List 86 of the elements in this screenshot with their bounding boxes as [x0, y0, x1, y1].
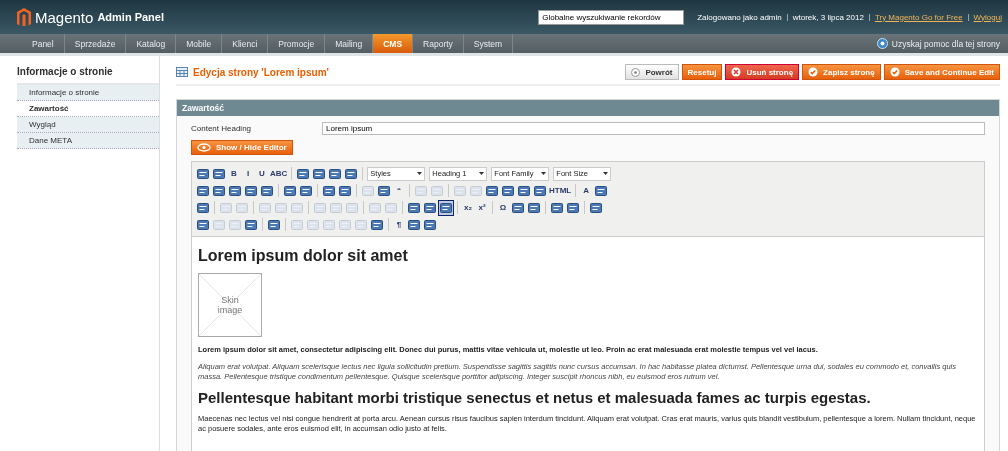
toolbar-icon[interactable]: [196, 217, 210, 232]
toolbar-icon[interactable]: [299, 183, 313, 198]
toolbar-button[interactable]: Ω: [497, 203, 509, 212]
close-icon: [731, 67, 742, 77]
logo-icon: [17, 8, 31, 26]
toolbar-icon[interactable]: [566, 200, 580, 215]
toolbar-icon[interactable]: [196, 166, 210, 181]
toolbar-icon[interactable]: [344, 166, 359, 181]
nav-tab[interactable]: Sprzedaże: [64, 34, 127, 53]
toolbar-icon[interactable]: [407, 217, 421, 232]
check-icon: [808, 67, 819, 77]
toolbar-button[interactable]: ¶: [393, 220, 405, 229]
toolbar-icon[interactable]: [338, 183, 352, 198]
sidebar-tab[interactable]: Dane META: [17, 133, 159, 149]
logo-subtitle: Admin Panel: [97, 11, 164, 23]
nav-tab[interactable]: Mobile: [176, 34, 223, 53]
toolbar-icon[interactable]: [407, 200, 421, 215]
toolbar-icon[interactable]: [439, 200, 453, 215]
header-link[interactable]: Wyloguj: [973, 12, 1002, 22]
dropdown-arrow-icon: [417, 172, 423, 175]
nav-tab[interactable]: System: [463, 34, 514, 53]
toolbar-icon[interactable]: [511, 200, 525, 215]
grid-icon: [176, 67, 188, 77]
toolbar-button[interactable]: ABC: [270, 169, 288, 178]
toolbar-button[interactable]: HTML: [549, 186, 572, 195]
toolbar-icon[interactable]: [370, 217, 384, 232]
toolbar-icon[interactable]: [328, 166, 343, 181]
toolbar-button[interactable]: x²: [476, 203, 488, 212]
eye-icon: [197, 143, 211, 152]
toolbar-icon[interactable]: [423, 217, 437, 232]
action-button[interactable]: Powrót: [625, 64, 679, 80]
toolbar-icon[interactable]: [283, 183, 297, 198]
toolbar-button[interactable]: B: [228, 169, 240, 178]
dropdown-arrow-icon: [603, 172, 609, 175]
toolbar-icon[interactable]: [260, 183, 274, 198]
nav-tab[interactable]: Klienci: [222, 34, 269, 53]
dropdown-arrow-icon: [541, 172, 547, 175]
toolbar-icon[interactable]: [501, 183, 515, 198]
nav-tab[interactable]: Promocje: [268, 34, 326, 53]
toolbar-icon[interactable]: [377, 183, 391, 198]
toolbar-icon[interactable]: [589, 200, 603, 215]
toolbar-button[interactable]: “: [393, 186, 405, 195]
sidebar-tab[interactable]: Informacje o stronie: [17, 85, 159, 101]
toolbar-button[interactable]: A: [580, 186, 593, 195]
date-text: wtorek, 3 lipca 2012: [792, 12, 864, 22]
toolbar-icon[interactable]: [533, 183, 547, 198]
nav-tab[interactable]: Katalog: [126, 34, 177, 53]
section-header: Zawartość: [177, 100, 999, 116]
input-field[interactable]: Lorem ipsum: [322, 122, 985, 135]
toolbar-icon[interactable]: [517, 183, 531, 198]
toolbar-icon[interactable]: [196, 200, 210, 215]
toolbar-button[interactable]: x₂: [462, 203, 474, 212]
toolbar-icon[interactable]: [267, 217, 281, 232]
toolbar-icon[interactable]: [423, 200, 437, 215]
image-placeholder: Skin image: [198, 273, 262, 337]
toolbar-button[interactable]: U: [256, 169, 268, 178]
field-label: Content Heading: [191, 124, 253, 133]
toolbar-icon[interactable]: [594, 183, 609, 198]
toolbar-icon[interactable]: [485, 183, 499, 198]
toolbar-icon[interactable]: [527, 200, 541, 215]
help-link[interactable]: Uzyskaj pomoc dla tej strony: [891, 38, 1000, 49]
toolbar-button[interactable]: I: [242, 169, 254, 178]
sidebar-tab[interactable]: Wygląd: [17, 117, 159, 133]
header-link[interactable]: Try Magento Go for Free: [874, 12, 963, 22]
toolbar-icon[interactable]: [244, 183, 258, 198]
search-field[interactable]: Globalne wyszukiwanie rekordów: [538, 9, 685, 25]
action-button[interactable]: Usuń stronę: [725, 64, 800, 80]
toolbar-icon[interactable]: [550, 200, 564, 215]
nav-tab[interactable]: Panel: [22, 34, 65, 53]
toolbar-icon[interactable]: [228, 183, 242, 198]
content-heading: Lorem ipsum dolor sit amet: [198, 247, 409, 265]
toolbar-icon[interactable]: [244, 217, 258, 232]
check-icon: [889, 67, 900, 77]
toolbar-icon[interactable]: [312, 166, 327, 181]
toolbar-icon[interactable]: [212, 183, 226, 198]
nav-tab[interactable]: Raporty: [413, 34, 464, 53]
content-subheading: Pellentesque habitant morbi tristique senectus et netus et malesuada fames ac turpis egestas.: [198, 389, 872, 407]
page-title: Edycja strony 'Lorem ipsum': [193, 66, 329, 78]
dropdown-arrow-icon: [479, 172, 485, 175]
logo-text: Magento: [35, 8, 94, 26]
toolbar-icon[interactable]: [212, 166, 226, 181]
radio-dot-icon: [631, 67, 641, 77]
toolbar-icon[interactable]: [322, 183, 336, 198]
toolbar-icon[interactable]: [296, 166, 311, 181]
toolbar-icon[interactable]: [196, 183, 210, 198]
user-text: Zalogowano jako admin: [697, 12, 782, 22]
